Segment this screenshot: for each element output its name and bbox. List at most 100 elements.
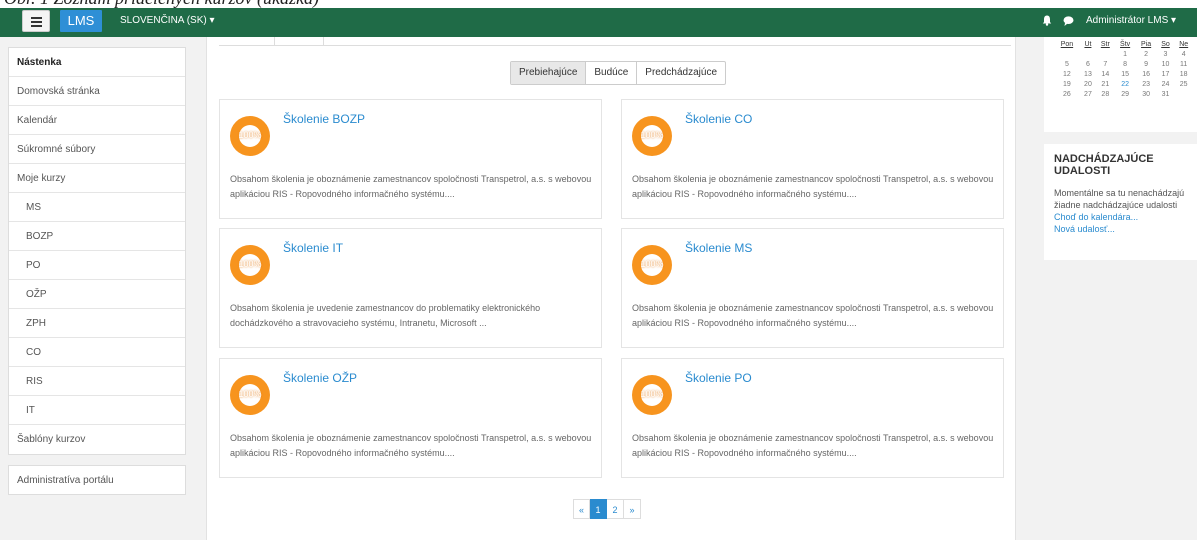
calendar-day[interactable]: 6	[1080, 59, 1096, 69]
brand-logo[interactable]: LMS	[60, 10, 102, 32]
sidebar-item-sablony-kurzov[interactable]: Šablóny kurzov	[9, 425, 185, 454]
course-title-link[interactable]: Školenie CO	[685, 112, 752, 126]
sidebar-item-domovska-stranka[interactable]: Domovská stránka	[9, 77, 185, 106]
course-card: 100% Školenie OŽP Obsahom školenia je ob…	[219, 358, 602, 478]
calendar-day[interactable]: 1	[1115, 49, 1136, 59]
menu-toggle-button[interactable]	[22, 10, 50, 32]
calendar-day[interactable]: 2	[1136, 49, 1157, 59]
course-card: 100% Školenie BOZP Obsahom školenia je o…	[219, 99, 602, 219]
sidebar-item-course-zph[interactable]: ZPH	[9, 309, 185, 338]
calendar-day[interactable]: 31	[1157, 89, 1175, 99]
calendar-day	[1054, 49, 1080, 59]
calendar-day[interactable]: 29	[1115, 89, 1136, 99]
calendar-day[interactable]: 11	[1174, 59, 1193, 69]
caption-text: Obr. 1 Zoznam pridelených kurzov (ukážka…	[4, 0, 319, 8]
progress-donut: 100%	[632, 245, 672, 285]
pagination-prev-button[interactable]: «	[573, 499, 590, 519]
tab-active[interactable]	[274, 37, 324, 46]
calendar-day[interactable]: 23	[1136, 79, 1157, 89]
sidebar-item-course-co[interactable]: CO	[9, 338, 185, 367]
filter-prebiehajuce-button[interactable]: Prebiehajúce	[511, 62, 586, 84]
pagination-next-button[interactable]: »	[624, 499, 641, 519]
course-card: 100% Školenie PO Obsahom školenia je obo…	[621, 358, 1004, 478]
calendar-day[interactable]: 21	[1096, 79, 1115, 89]
calendar-weekday: Štv	[1120, 40, 1131, 48]
course-description: Obsahom školenia je oboznámenie zamestna…	[632, 303, 994, 328]
tabs-bar	[219, 37, 1011, 46]
calendar-weekday: Pia	[1141, 40, 1152, 48]
calendar-weekday: Str	[1100, 40, 1110, 48]
course-title-link[interactable]: Školenie BOZP	[283, 112, 365, 126]
filter-buduce-button[interactable]: Budúce	[585, 62, 636, 84]
course-description: Obsahom školenia je oboznámenie zamestna…	[230, 433, 592, 458]
notifications-bell-icon[interactable]	[1042, 15, 1052, 26]
sidebar-item-course-ozp[interactable]: OŽP	[9, 280, 185, 309]
calendar-day[interactable]: 24	[1157, 79, 1175, 89]
sidebar-item-course-ris[interactable]: RIS	[9, 367, 185, 396]
language-menu[interactable]: SLOVENČINA (SK) ▾	[120, 15, 215, 26]
calendar-day[interactable]: 9	[1136, 59, 1157, 69]
sidebar-item-kalendar[interactable]: Kalendár	[9, 106, 185, 135]
calendar-day[interactable]: 5	[1054, 59, 1080, 69]
calendar-day[interactable]: 22	[1115, 79, 1136, 89]
messages-chat-icon[interactable]	[1063, 16, 1074, 26]
progress-donut: 100%	[632, 116, 672, 156]
progress-label: 100%	[640, 389, 664, 399]
course-title-link[interactable]: Školenie OŽP	[283, 371, 357, 385]
calendar-day[interactable]: 12	[1054, 69, 1080, 79]
calendar-day[interactable]: 30	[1136, 89, 1157, 99]
pagination-page-2[interactable]: 2	[607, 499, 624, 519]
new-event-link[interactable]: Nová udalosť...	[1054, 223, 1187, 235]
course-title-link[interactable]: Školenie MS	[685, 241, 752, 255]
progress-donut: 100%	[230, 116, 270, 156]
calendar-day[interactable]: 27	[1080, 89, 1096, 99]
sidebar-item-course-po[interactable]: PO	[9, 251, 185, 280]
course-filter-group: Prebiehajúce Budúce Predchádzajúce	[510, 61, 727, 85]
calendar-day[interactable]: 15	[1115, 69, 1136, 79]
sidebar-item-course-it[interactable]: IT	[9, 396, 185, 425]
progress-donut: 100%	[230, 375, 270, 415]
calendar-day[interactable]: 4	[1174, 49, 1193, 59]
pagination-page-1[interactable]: 1	[590, 499, 607, 519]
sidebar-item-moje-kurzy[interactable]: Moje kurzy	[9, 164, 185, 193]
user-menu[interactable]: Administrátor LMS ▾	[1086, 15, 1176, 26]
document-caption: Obr. 1 Zoznam pridelených kurzov (ukážka…	[0, 0, 1197, 8]
calendar-day[interactable]: 20	[1080, 79, 1096, 89]
calendar-day[interactable]: 25	[1174, 79, 1193, 89]
calendar-day[interactable]: 8	[1115, 59, 1136, 69]
sidebar-item-administrativa[interactable]: Administratíva portálu	[8, 465, 186, 495]
calendar-day[interactable]: 28	[1096, 89, 1115, 99]
events-empty-text: Momentálne sa tu nenachádzajú žiadne nad…	[1054, 188, 1185, 210]
progress-label: 100%	[640, 130, 664, 140]
course-title-link[interactable]: Školenie PO	[685, 371, 752, 385]
calendar-day[interactable]: 26	[1054, 89, 1080, 99]
upcoming-events-block: Nadchádzajúce udalosti Momentálne sa tu …	[1044, 144, 1197, 260]
calendar-day[interactable]: 13	[1080, 69, 1096, 79]
calendar-day[interactable]: 16	[1136, 69, 1157, 79]
calendar-day[interactable]: 7	[1096, 59, 1115, 69]
calendar-day[interactable]: 17	[1157, 69, 1175, 79]
calendar-weekday: So	[1161, 40, 1170, 48]
sidebar-item-course-ms[interactable]: MS	[9, 193, 185, 222]
calendar-day[interactable]: 14	[1096, 69, 1115, 79]
course-card: 100% Školenie IT Obsahom školenia je uve…	[219, 228, 602, 348]
calendar-day[interactable]: 10	[1157, 59, 1175, 69]
calendar-weekday: Pon	[1060, 40, 1074, 48]
calendar-day[interactable]: 3	[1157, 49, 1175, 59]
course-description: Obsahom školenia je oboznámenie zamestna…	[632, 174, 994, 199]
calendar-day[interactable]: 18	[1174, 69, 1193, 79]
main-content: Prebiehajúce Budúce Predchádzajúce 100% …	[206, 37, 1016, 540]
calendar-day	[1174, 89, 1193, 99]
sidebar-item-course-bozp[interactable]: BOZP	[9, 222, 185, 251]
calendar-weekday: Ne	[1179, 40, 1189, 48]
calendar-day[interactable]: 19	[1054, 79, 1080, 89]
sidebar-item-sukromne-subory[interactable]: Súkromné súbory	[9, 135, 185, 164]
filter-predchadzajuce-button[interactable]: Predchádzajúce	[636, 62, 725, 84]
sidebar-item-nastenka[interactable]: Nástenka	[9, 48, 185, 77]
go-to-calendar-link[interactable]: Choď do kalendára...	[1054, 211, 1187, 223]
progress-label: 100%	[640, 259, 664, 269]
course-description: Obsahom školenia je oboznámenie zamestna…	[632, 433, 994, 458]
course-title-link[interactable]: Školenie IT	[283, 241, 343, 255]
calendar-block: Pon Ut Str Štv Pia So Ne 1 2 3 4 5 6 7 8 9 10 11 12 13 14 15…	[1044, 37, 1197, 132]
navigation-block: Nástenka Domovská stránka Kalendár Súkro…	[8, 47, 186, 455]
